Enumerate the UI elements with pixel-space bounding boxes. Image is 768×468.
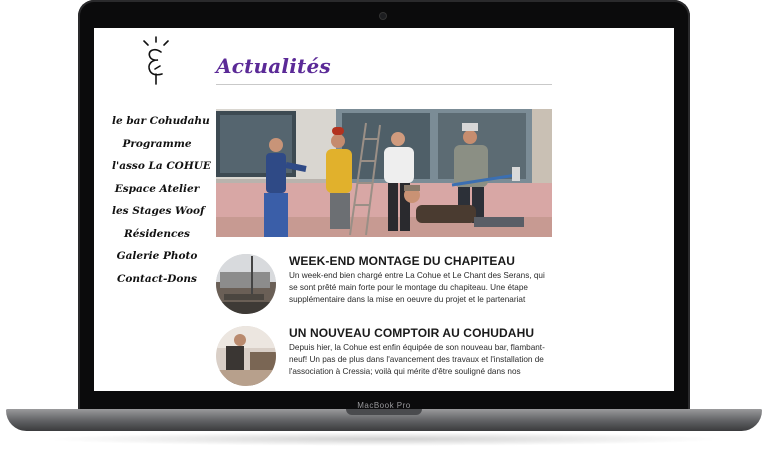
post-title[interactable]: UN NOUVEAU COMPTOIR AU COHUDAHU [289, 326, 559, 340]
nav-item-stages[interactable]: les Stages Woof [112, 200, 205, 223]
nav-item-galerie[interactable]: Galerie Photo [112, 245, 202, 268]
post-thumbnail[interactable] [216, 254, 276, 314]
nav-item-atelier[interactable]: Espace Atelier [112, 178, 202, 201]
nav-item-asso[interactable]: l'asso La COHUE [112, 155, 211, 178]
device-brand-label: MacBook Pro [357, 401, 411, 410]
nav-item-contact[interactable]: Contact-Dons [112, 268, 202, 291]
post-item[interactable]: UN NOUVEAU COMPTOIR AU COHUDAHU Depuis h… [216, 326, 552, 390]
post-excerpt: Depuis hier, la Cohue est enfin équipée … [289, 343, 545, 377]
hero-photo[interactable] [216, 109, 552, 237]
page-title: Actualités [216, 54, 331, 78]
laptop-lid: le bar Cohudahu Programme l'asso La COHU… [78, 0, 690, 412]
nav-item-bar[interactable]: le bar Cohudahu [112, 110, 210, 133]
site-logo[interactable] [134, 36, 178, 86]
laptop-shadow [40, 432, 728, 446]
post-item[interactable]: WEEK-END MONTAGE DU CHAPITEAU Un week-en… [216, 254, 552, 318]
webcam [380, 13, 386, 19]
post-title[interactable]: WEEK-END MONTAGE DU CHAPITEAU [289, 254, 559, 268]
nav-item-programme[interactable]: Programme [112, 133, 202, 156]
post-excerpt: Un week-end bien chargé entre La Cohue e… [289, 271, 545, 305]
post-thumbnail[interactable] [216, 326, 276, 386]
title-divider [216, 84, 552, 85]
nav-item-residences[interactable]: Résidences [112, 223, 202, 246]
laptop-screen: le bar Cohudahu Programme l'asso La COHU… [94, 28, 674, 391]
main-nav: le bar Cohudahu Programme l'asso La COHU… [112, 110, 211, 291]
laptop-base [6, 409, 762, 431]
